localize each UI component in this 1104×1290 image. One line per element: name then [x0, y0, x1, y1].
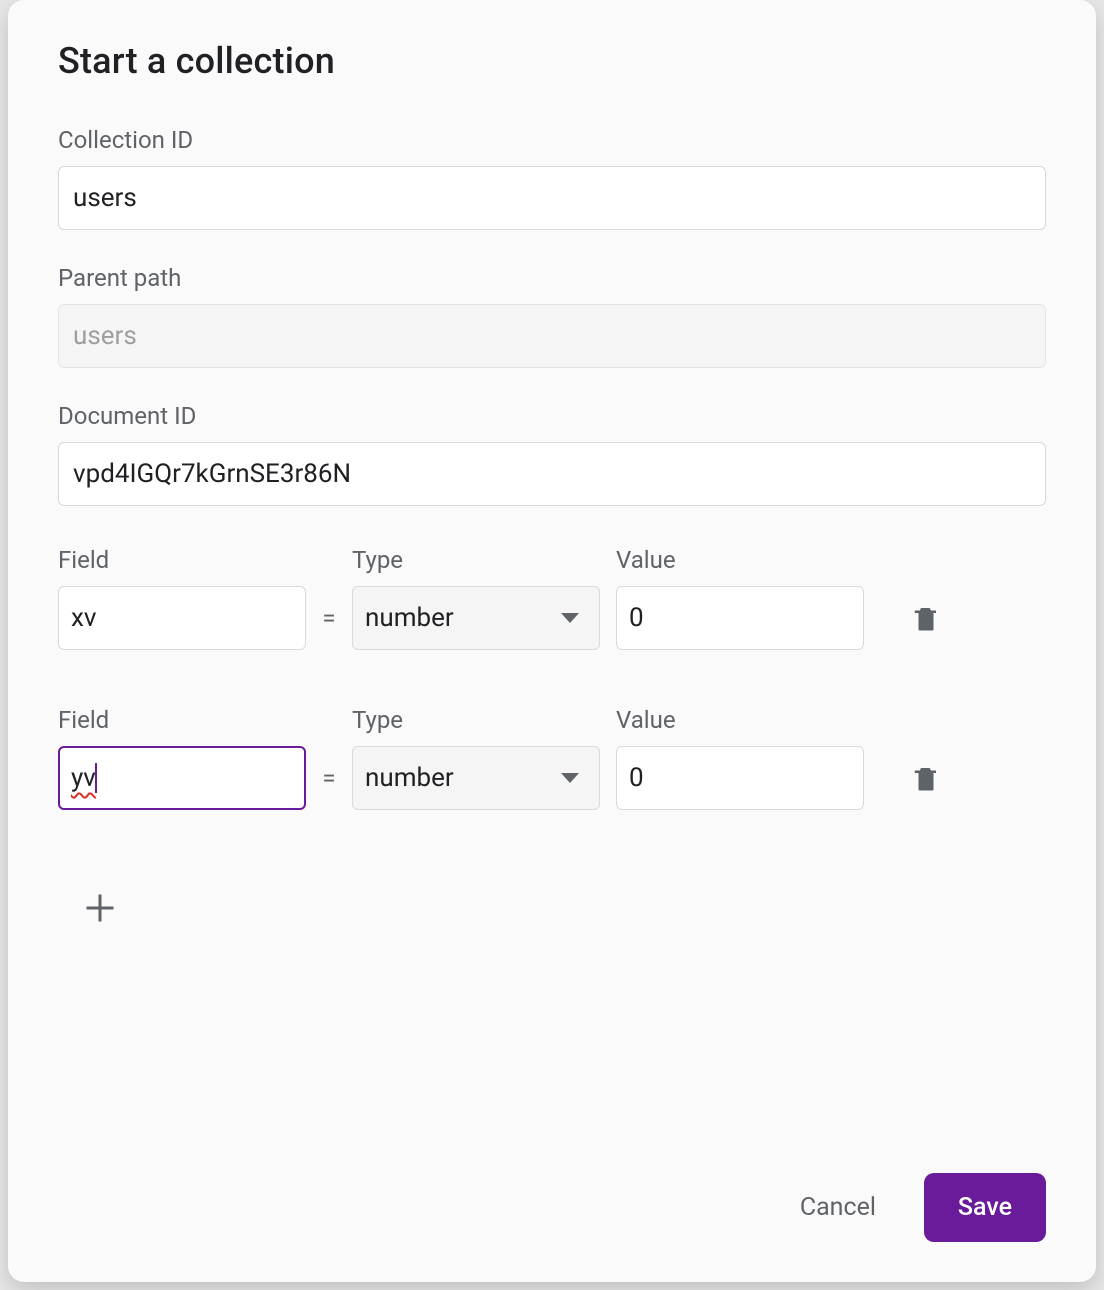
delete-field-button-0[interactable] — [904, 596, 948, 640]
equals-sign: = — [306, 604, 352, 632]
delete-field-button-1[interactable] — [904, 756, 948, 800]
field-type-select-1-value: number — [365, 763, 454, 793]
field-row: yv = number — [58, 746, 1046, 810]
field-type-select-0-value: number — [365, 603, 454, 633]
type-header-0: Type — [352, 546, 600, 574]
trash-icon — [911, 600, 941, 636]
field-name-input-0[interactable] — [58, 586, 306, 650]
value-header-1: Value — [616, 706, 864, 734]
field-row: = number — [58, 586, 1046, 650]
type-header-1: Type — [352, 706, 600, 734]
dialog-footer: Cancel Save — [58, 1153, 1046, 1242]
value-header-0: Value — [616, 546, 864, 574]
field-type-select-0[interactable]: number — [352, 586, 600, 650]
dialog-title: Start a collection — [58, 40, 1046, 82]
field-header-1: Field — [58, 706, 306, 734]
field-header-0: Field — [58, 546, 306, 574]
parent-path-group: Parent path — [58, 264, 1046, 368]
collection-id-input[interactable] — [58, 166, 1046, 230]
chevron-down-icon — [561, 613, 579, 623]
field-type-select-1[interactable]: number — [352, 746, 600, 810]
document-id-label: Document ID — [58, 402, 1046, 430]
field-value-input-0[interactable] — [616, 586, 864, 650]
field-row-1-labels: Field Type Value — [58, 706, 1046, 734]
field-value-input-1[interactable] — [616, 746, 864, 810]
parent-path-label: Parent path — [58, 264, 1046, 292]
plus-icon — [82, 890, 118, 926]
equals-sign: = — [306, 764, 352, 792]
save-button[interactable]: Save — [924, 1173, 1046, 1242]
cancel-button[interactable]: Cancel — [792, 1183, 884, 1232]
document-id-input[interactable] — [58, 442, 1046, 506]
trash-icon — [911, 760, 941, 796]
parent-path-input — [58, 304, 1046, 368]
field-name-input-1[interactable]: yv — [58, 746, 306, 810]
chevron-down-icon — [561, 773, 579, 783]
text-cursor — [95, 763, 97, 793]
start-collection-dialog: Start a collection Collection ID Parent … — [8, 0, 1096, 1282]
document-id-group: Document ID — [58, 402, 1046, 506]
field-row-0-labels: Field Type Value — [58, 546, 1046, 574]
field-row-0-section: Field Type Value = number — [58, 546, 1046, 700]
collection-id-group: Collection ID — [58, 126, 1046, 230]
collection-id-label: Collection ID — [58, 126, 1046, 154]
field-row-1-section: Field Type Value yv = number — [58, 706, 1046, 860]
add-field-button[interactable] — [72, 880, 128, 936]
field-name-input-1-text: yv — [71, 763, 96, 793]
